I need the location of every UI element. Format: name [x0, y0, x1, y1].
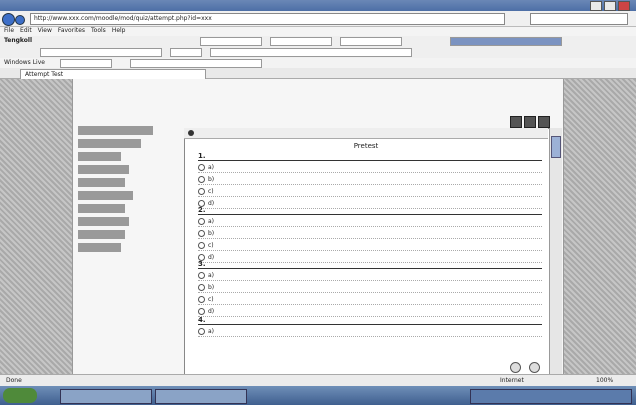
toolbar-button[interactable] — [340, 37, 402, 46]
radio-icon[interactable] — [198, 188, 205, 195]
radio-icon[interactable] — [198, 272, 205, 279]
start-button[interactable] — [3, 388, 37, 403]
question-block: 2. a) b) c) d) — [198, 206, 542, 263]
page-icon[interactable] — [510, 116, 522, 128]
answer-option[interactable]: a) — [198, 327, 542, 337]
info-icon — [188, 129, 194, 136]
radio-icon[interactable] — [198, 242, 205, 249]
page-icon[interactable] — [524, 116, 536, 128]
taskbar-item[interactable] — [155, 389, 247, 404]
answer-option[interactable]: c) — [198, 241, 542, 251]
search-input[interactable] — [530, 13, 628, 25]
system-tray — [470, 389, 632, 404]
page-icons — [510, 116, 562, 142]
radio-icon[interactable] — [198, 218, 205, 225]
question-block: 3. a) b) c) d) — [198, 260, 542, 317]
radio-icon[interactable] — [198, 176, 205, 183]
prev-icon[interactable] — [510, 362, 521, 373]
toolbar-button[interactable] — [200, 37, 262, 46]
toolbar-search-field[interactable] — [40, 48, 162, 57]
question-block: 1. a) b) c) d) — [198, 152, 542, 209]
sidebar-item[interactable] — [78, 139, 141, 148]
sidebar-item[interactable] — [78, 165, 129, 174]
menu-tools[interactable]: Tools — [91, 27, 106, 34]
forward-icon[interactable] — [15, 15, 25, 25]
close-button[interactable] — [618, 1, 630, 11]
question-title: 3. — [198, 260, 542, 269]
answer-option[interactable]: b) — [198, 283, 542, 293]
sidebar-item[interactable] — [78, 178, 125, 187]
answer-option[interactable]: c) — [198, 187, 542, 197]
sidebar-item[interactable] — [78, 152, 121, 161]
quiz-title: Pretest — [353, 142, 379, 150]
toolbar-links[interactable] — [210, 48, 412, 57]
sidebar-item[interactable] — [78, 243, 121, 252]
live-search-field[interactable] — [60, 59, 112, 68]
radio-icon[interactable] — [198, 284, 205, 291]
question-title: 4. — [198, 316, 542, 325]
page-icon[interactable] — [538, 116, 550, 128]
menu-favorites[interactable]: Favorites — [58, 27, 85, 34]
toolbar-dropdown[interactable] — [450, 37, 562, 46]
radio-icon[interactable] — [198, 328, 205, 335]
answer-option[interactable]: a) — [198, 163, 542, 173]
toolbar-brand: Tengkoll — [4, 37, 32, 44]
menu-bar: File Edit View Favorites Tools Help — [0, 27, 636, 36]
address-bar: http://www.xxx.com/moodle/mod/quiz/attem… — [0, 11, 636, 27]
answer-option[interactable]: b) — [198, 229, 542, 239]
sidebar-item[interactable] — [78, 126, 153, 135]
answer-option[interactable]: a) — [198, 217, 542, 227]
toolbar-button[interactable] — [170, 48, 202, 57]
radio-icon[interactable] — [198, 308, 205, 315]
answer-option[interactable]: b) — [198, 175, 542, 185]
favorites-links[interactable] — [130, 59, 262, 68]
question-title: 2. — [198, 206, 542, 215]
toolbar-button[interactable] — [270, 37, 332, 46]
sidebar-item[interactable] — [78, 217, 129, 226]
custom-label: Windows Live — [4, 59, 45, 66]
sidebar-item[interactable] — [78, 191, 133, 200]
radio-icon[interactable] — [198, 296, 205, 303]
question-title: 1. — [198, 152, 542, 161]
back-icon[interactable] — [2, 13, 15, 26]
menu-file[interactable]: File — [4, 27, 14, 34]
radio-icon[interactable] — [198, 230, 205, 237]
sidebar-item[interactable] — [78, 204, 125, 213]
quiz-scrollbar[interactable] — [549, 128, 562, 374]
pager — [510, 362, 550, 373]
next-icon[interactable] — [529, 362, 541, 373]
sidebar-item[interactable] — [78, 230, 125, 239]
window-titlebar — [0, 0, 636, 11]
menu-help[interactable]: Help — [112, 27, 126, 34]
quiz-panel-header — [184, 128, 548, 139]
scrollbar-thumb[interactable] — [551, 136, 561, 158]
menu-view[interactable]: View — [38, 27, 52, 34]
minimize-button[interactable] — [590, 1, 602, 11]
menu-edit[interactable]: Edit — [20, 27, 32, 34]
question-block: 4. a) — [198, 316, 542, 337]
url-input[interactable]: http://www.xxx.com/moodle/mod/quiz/attem… — [30, 13, 505, 25]
taskbar-item[interactable] — [60, 389, 152, 404]
answer-option[interactable]: c) — [198, 295, 542, 305]
radio-icon[interactable] — [198, 164, 205, 171]
maximize-button[interactable] — [604, 1, 616, 11]
sidebar — [78, 126, 156, 256]
answer-option[interactable]: a) — [198, 271, 542, 281]
